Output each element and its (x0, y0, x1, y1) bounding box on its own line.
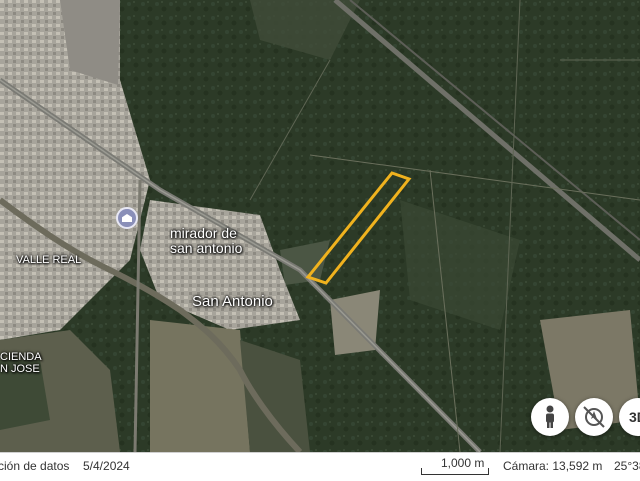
school-poi-icon[interactable] (116, 207, 138, 229)
street-view-pegman-button[interactable] (531, 398, 569, 436)
status-bar: ción de datos 5/4/2024 1,000 m Cámara: 1… (0, 452, 640, 481)
person-icon (546, 405, 554, 428)
imagery-date: 5/4/2024 (83, 459, 130, 473)
place-label-san-antonio[interactable]: San Antonio (192, 294, 273, 310)
camera-altitude: Cámara: 13,592 m (503, 459, 603, 473)
coordinates-readout: 25°38 (614, 459, 640, 473)
satellite-map[interactable]: mirador de san antonio San Antonio VALLE… (0, 0, 640, 452)
compass-reset-button[interactable] (575, 398, 613, 436)
place-label-line: CIENDA (0, 351, 42, 363)
poi-glyph (122, 214, 132, 222)
place-label-valle-real[interactable]: VALLE REAL (16, 254, 81, 267)
satellite-imagery (0, 0, 640, 452)
place-label-hacienda-san-jose[interactable]: CIENDA N JOSE (0, 351, 42, 375)
place-label-line: mirador de (170, 225, 237, 241)
place-label-mirador-de-san-antonio[interactable]: mirador de san antonio (170, 226, 242, 255)
place-label-line: san antonio (170, 239, 243, 256)
data-attribution-link[interactable]: ción de datos (0, 459, 69, 473)
place-label-line: N JOSE (0, 362, 40, 375)
compass-reset-icon (583, 406, 605, 428)
scale-bar[interactable] (421, 468, 489, 475)
